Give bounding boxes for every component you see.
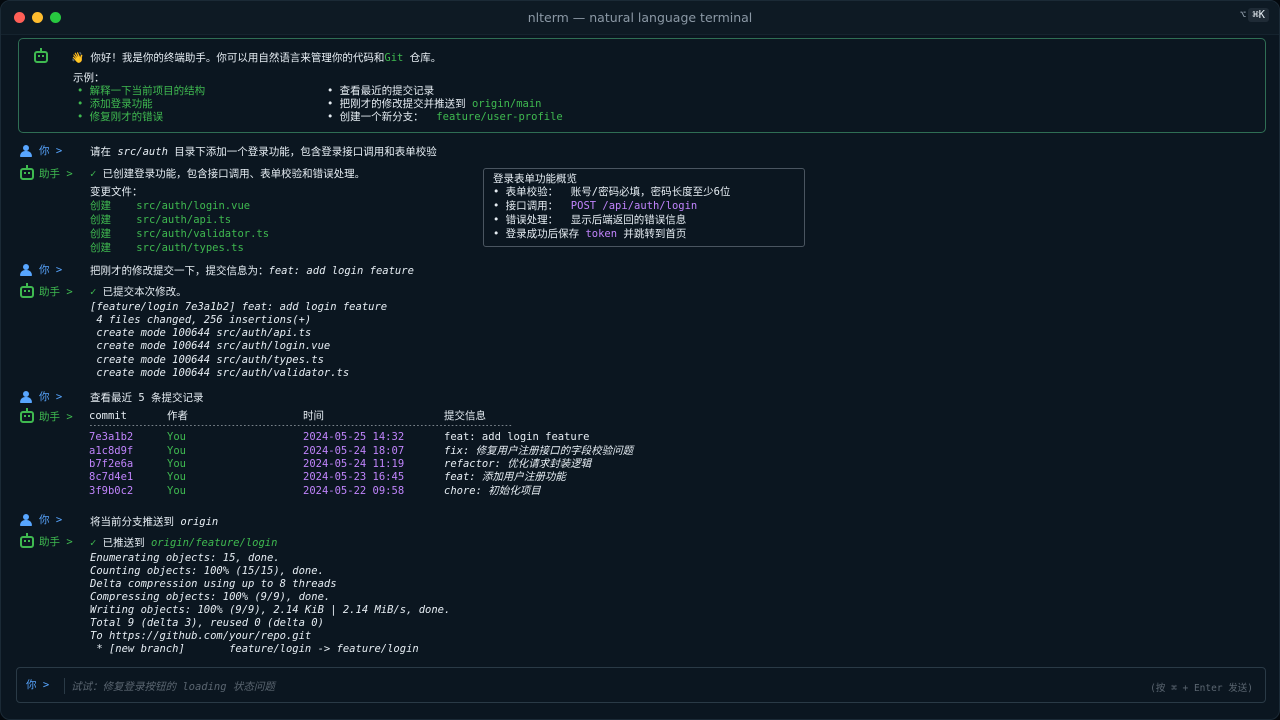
commit-message: feat: add login feature — [444, 431, 590, 443]
user-label: 你 > — [39, 145, 63, 157]
assistant-label: 助手 > — [39, 286, 73, 298]
commit-time: 2024-05-24 11:19 — [303, 458, 405, 470]
user-message: 将当前分支推送到 origin — [90, 516, 219, 528]
commit-time: 2024-05-25 14:32 — [303, 431, 405, 443]
git-output-line: create mode 100644 src/auth/api.ts — [90, 327, 312, 339]
input-separator — [64, 678, 65, 694]
commit-message: chore: 初始化项目 — [444, 485, 541, 497]
welcome-panel: 👋 你好！我是你的终端助手。你可以用自然语言来管理你的代码和Git 仓库。 示例… — [18, 38, 1266, 133]
terminal-window: nlterm — natural language terminal ⌥ ⌘K 👋… — [0, 0, 1280, 720]
git-output-line: To https://github.com/your/repo.git — [90, 630, 312, 642]
git-output-line: * [new branch] feature/login -> feature/… — [90, 643, 419, 655]
git-output-line: Compressing objects: 100% (9/9), done. — [90, 591, 331, 603]
user-message: 查看最近 5 条提交记录 — [90, 392, 204, 404]
user-icon — [20, 264, 32, 276]
example-item[interactable]: • 添加登录功能 — [77, 98, 153, 111]
summary-item: • 登录成功后保存 token 并跳转到首页 — [493, 228, 687, 240]
commit-hash[interactable]: b7f2e6a — [89, 458, 133, 471]
commit-hash[interactable]: 3f9b0c2 — [89, 485, 133, 498]
example-item[interactable]: • 查看最近的提交记录 — [327, 85, 434, 98]
user-icon — [20, 391, 32, 403]
user-message: 请在 src/auth 目录下添加一个登录功能，包含登录接口调用和表单校验 — [90, 146, 437, 158]
summary-title: 登录表单功能概览 — [493, 173, 577, 185]
git-output-line: Total 9 (delta 3), reused 0 (delta 0) — [90, 617, 324, 629]
git-output-line: Writing objects: 100% (9/9), 2.14 KiB | … — [90, 604, 451, 616]
commit-author: You — [167, 458, 186, 470]
git-output-line: [feature/login 7e3a1b2] feat: add login … — [90, 301, 388, 313]
assistant-label: 助手 > — [39, 536, 73, 548]
assistant-reply: ✓ 已推送到 origin/feature/login — [90, 537, 278, 549]
user-label: 你 > — [39, 264, 63, 276]
check-icon: ✓ — [90, 537, 97, 549]
command-input-bar[interactable]: 你 > 试试：修复登录按钮的 loading 状态问题 (按 ⌘ + Enter… — [16, 667, 1266, 703]
changed-files-label: 变更文件： — [90, 186, 143, 198]
git-output-line: Counting objects: 100% (15/15), done. — [90, 565, 324, 577]
summary-item: • 表单校验： 账号/密码必填，密码长度至少6位 — [493, 186, 731, 198]
assistant-reply: ✓ 已提交本次修改。 — [90, 286, 187, 298]
commit-message: feat: 添加用户注册功能 — [444, 471, 566, 483]
summary-item: • 错误处理： 显示后端返回的错误信息 — [493, 214, 687, 226]
git-output-line: 4 files changed, 256 insertions(+) — [90, 314, 312, 326]
commit-hash[interactable]: 8c7d4e1 — [89, 471, 133, 484]
examples-label: 示例： — [73, 72, 105, 84]
git-output-line: create mode 100644 src/auth/validator.ts — [90, 367, 350, 379]
user-icon — [20, 145, 32, 157]
example-item[interactable]: • 创建一个新分支： feature/user-profile — [327, 111, 563, 124]
commit-message: fix: 修复用户注册接口的字段校验问题 — [444, 445, 634, 457]
commit-author: You — [167, 471, 186, 483]
robot-icon — [19, 283, 35, 299]
summary-item: • 接口调用： POST /api/auth/login — [493, 200, 698, 212]
commit-time: 2024-05-22 09:58 — [303, 485, 405, 497]
commit-hash[interactable]: a1c8d9f — [89, 445, 133, 458]
example-item[interactable]: • 把刚才的修改提交并推送到 origin/main — [327, 98, 542, 111]
user-label: 你 > — [39, 391, 63, 403]
user-icon — [20, 514, 32, 526]
welcome-greeting: 👋 你好！我是你的终端助手。你可以用自然语言来管理你的代码和Git 仓库。 — [71, 52, 442, 64]
window-title: nlterm — natural language terminal — [527, 10, 753, 25]
command-k-key: ⌘K — [1248, 8, 1269, 22]
file-change-row: 创建 src/auth/types.ts — [90, 242, 244, 254]
file-change-row: 创建 src/auth/login.vue — [90, 200, 251, 212]
example-item[interactable]: • 解释一下当前项目的结构 — [77, 85, 205, 98]
commit-author: You — [167, 445, 186, 457]
option-key: ⌥ — [1240, 9, 1247, 21]
assistant-label: 助手 > — [39, 168, 73, 180]
git-output-line: Enumerating objects: 15, done. — [90, 552, 280, 564]
file-change-row: 创建 src/auth/api.ts — [90, 214, 232, 226]
user-label: 你 > — [39, 514, 63, 526]
check-icon: ✓ — [90, 168, 97, 180]
git-output-line: create mode 100644 src/auth/types.ts — [90, 354, 324, 366]
assistant-label: 助手 > — [39, 411, 73, 423]
command-input[interactable]: 试试：修复登录按钮的 loading 状态问题 — [71, 679, 275, 694]
robot-icon — [19, 408, 35, 424]
commit-author: You — [167, 431, 186, 443]
check-icon: ✓ — [90, 286, 97, 298]
assistant-reply: ✓ 已创建登录功能，包含接口调用、表单校验和错误处理。 — [90, 168, 366, 180]
commit-time: 2024-05-24 18:07 — [303, 445, 405, 457]
commit-hash[interactable]: 7e3a1b2 — [89, 431, 133, 444]
title-bar: nlterm — natural language terminal ⌥ ⌘K — [1, 1, 1279, 35]
git-output-line: Delta compression using up to 8 threads — [90, 578, 337, 590]
command-palette-shortcut[interactable]: ⌥ ⌘K — [1240, 8, 1269, 22]
example-item[interactable]: • 修复刚才的错误 — [77, 111, 163, 124]
feature-summary-box: 登录表单功能概览 • 表单校验： 账号/密码必填，密码长度至少6位 • 接口调用… — [483, 168, 805, 247]
input-prompt-label: 你 > — [26, 679, 50, 691]
commit-author: You — [167, 485, 186, 497]
robot-icon — [19, 533, 35, 549]
commit-message: refactor: 优化请求封装逻辑 — [444, 458, 592, 470]
robot-icon — [19, 165, 35, 181]
robot-icon — [33, 48, 49, 64]
commit-time: 2024-05-23 16:45 — [303, 471, 405, 483]
file-change-row: 创建 src/auth/validator.ts — [90, 228, 270, 240]
wave-icon: 👋 — [71, 52, 85, 64]
git-output-line: create mode 100644 src/auth/login.vue — [90, 340, 331, 352]
send-hint: (按 ⌘ + Enter 发送) — [1150, 683, 1253, 694]
user-message: 把刚才的修改提交一下，提交信息为：feat: add login feature — [90, 265, 414, 277]
